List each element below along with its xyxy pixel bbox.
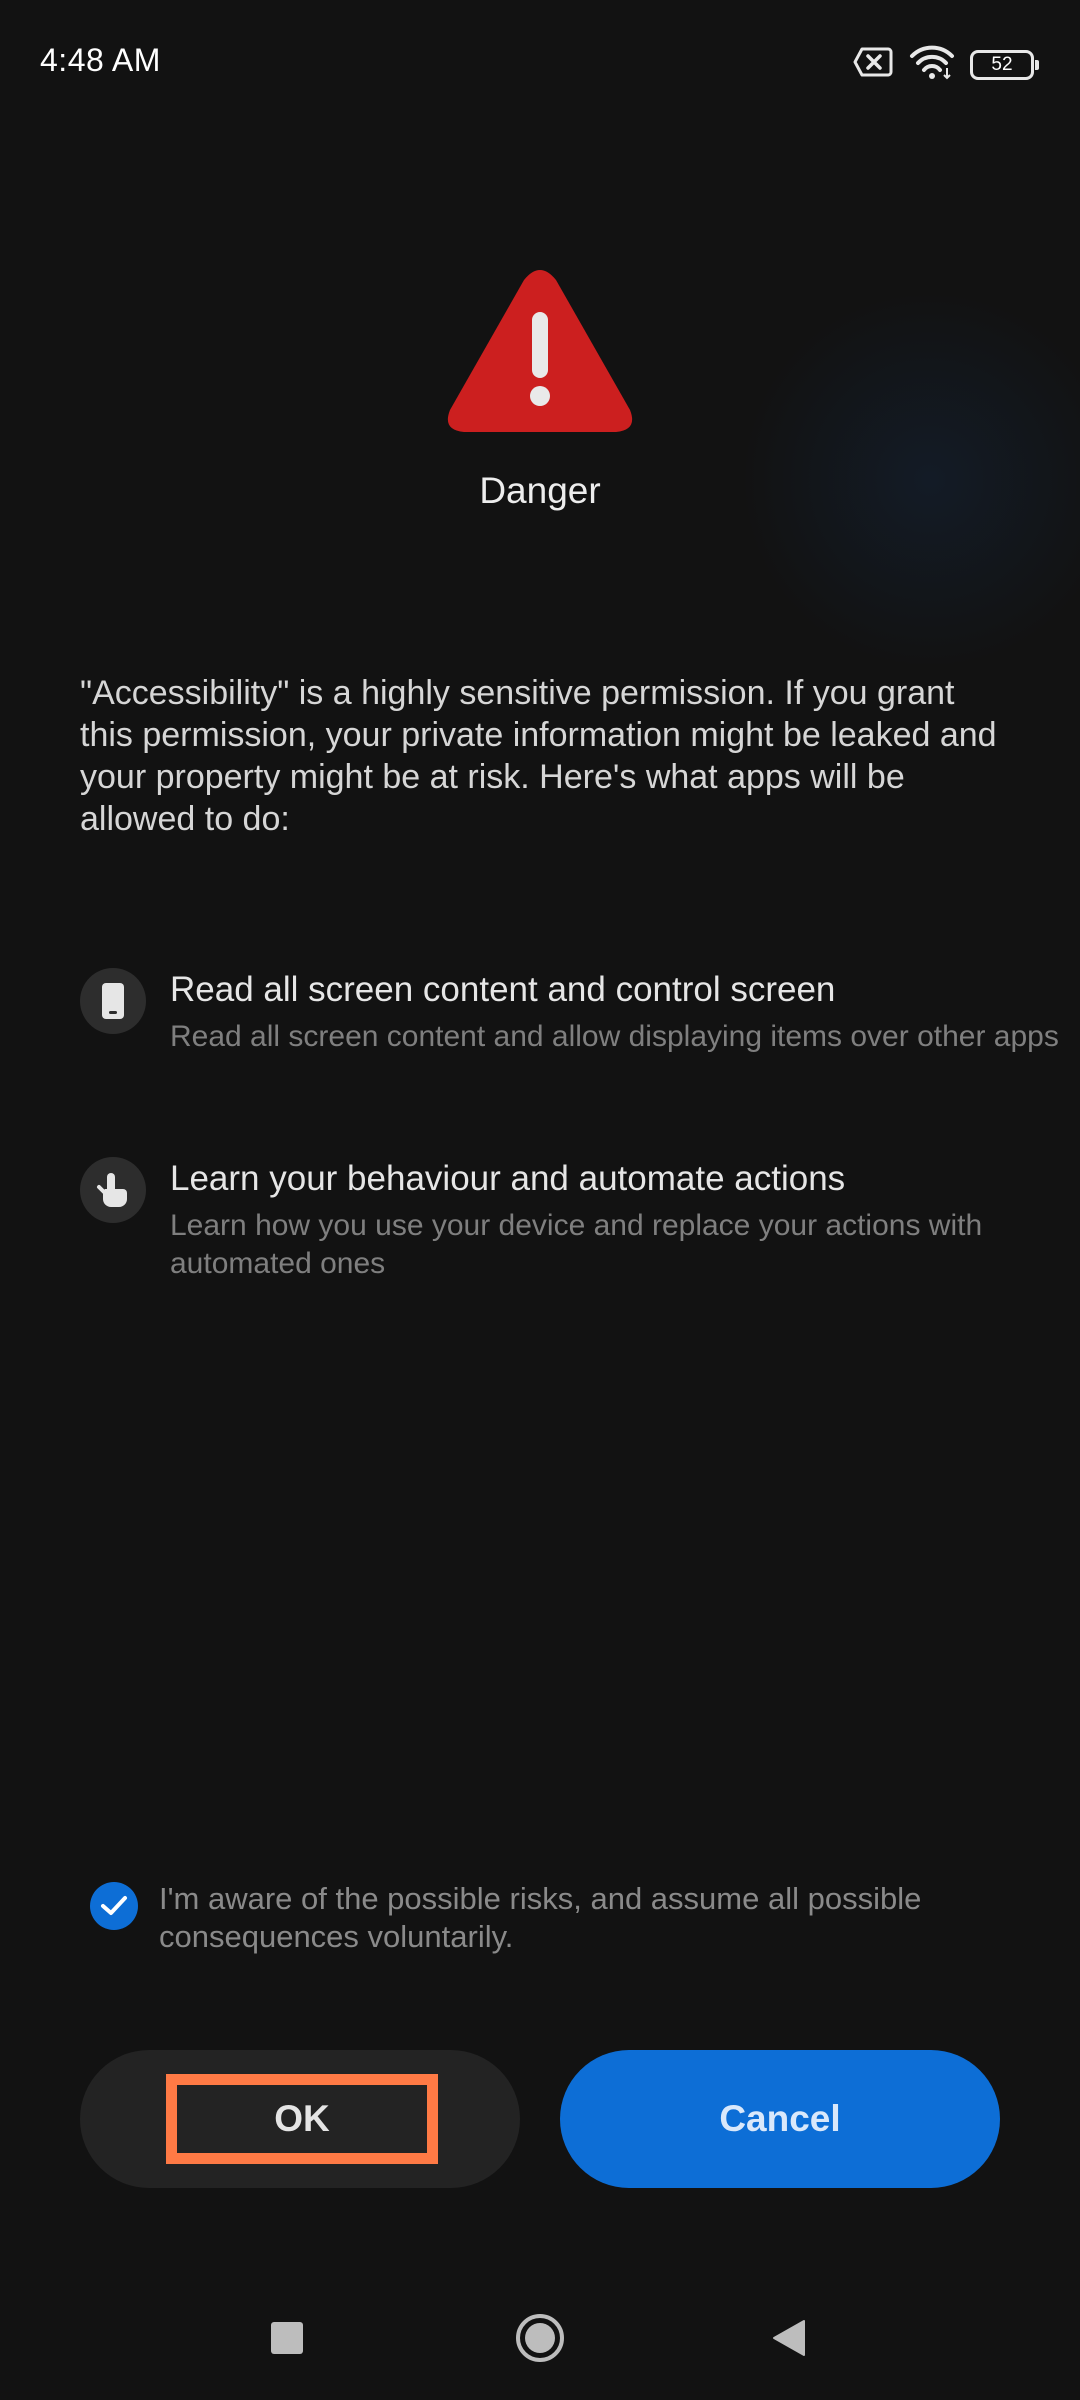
ok-button[interactable]: OK	[80, 2050, 520, 2188]
phone-icon	[80, 968, 146, 1034]
wifi-icon	[908, 44, 956, 85]
back-icon[interactable]	[762, 2310, 818, 2366]
consent-checkbox[interactable]	[90, 1882, 138, 1930]
recents-icon[interactable]	[259, 2310, 315, 2366]
status-time: 4:48 AM	[40, 42, 161, 78]
hand-pointer-icon	[80, 1157, 146, 1223]
warning-description: "Accessibility" is a highly sensitive pe…	[80, 674, 997, 838]
screen: 4:48 AM 52 Danger "Accessibility" is a h…	[0, 0, 1080, 2400]
status-bar: 4:48 AM 52	[0, 0, 1080, 130]
navigation-bar	[0, 2290, 1080, 2380]
cancel-button-label: Cancel	[719, 2098, 841, 2139]
ok-button-label: OK	[274, 2098, 330, 2139]
permission-title: Learn your behaviour and automate action…	[170, 1159, 846, 1198]
status-icons: 52	[852, 44, 1039, 85]
battery-icon: 52	[970, 49, 1039, 80]
home-icon[interactable]	[512, 2310, 568, 2366]
permission-description: Read all screen content and allow displa…	[170, 1020, 1059, 1053]
permission-text: Learn your behaviour and automate action…	[170, 1157, 1070, 1283]
permission-text: Read all screen content and control scre…	[170, 968, 1070, 1056]
battery-level: 52	[991, 53, 1013, 75]
dialog-title: Danger	[479, 470, 601, 511]
no-sim-icon	[852, 46, 894, 83]
checkmark-icon	[101, 1896, 127, 1915]
permission-description: Learn how you use your device and replac…	[170, 1209, 983, 1280]
consent-label[interactable]: I'm aware of the possible risks, and ass…	[159, 1880, 1039, 1956]
permission-title: Read all screen content and control scre…	[170, 970, 836, 1009]
ok-button-highlight: OK	[166, 2074, 438, 2164]
cancel-button[interactable]: Cancel	[560, 2050, 1000, 2188]
warning-triangle-icon	[444, 266, 636, 438]
